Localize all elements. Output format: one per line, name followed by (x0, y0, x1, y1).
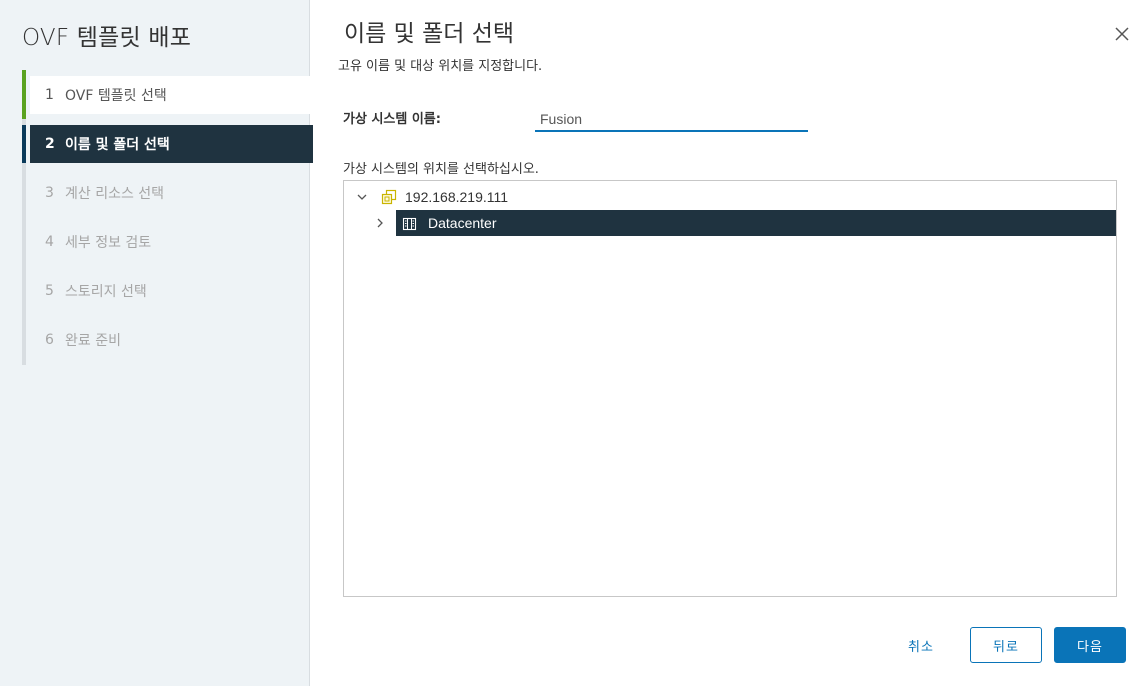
step-number: 4 (45, 234, 54, 250)
next-button[interactable]: 다음 (1054, 627, 1126, 663)
step-label: 이름 및 폴더 선택 (65, 137, 170, 153)
step-label: 스토리지 선택 (65, 284, 147, 300)
close-icon (1115, 27, 1129, 41)
step-6-ready-to-complete: 6 완료 준비 (30, 321, 313, 359)
step-number: 5 (45, 283, 54, 299)
step-3-compute-resource: 3 계산 리소스 선택 (30, 174, 313, 212)
wizard-nav: OVF 템플릿 배포 1 OVF 템플릿 선택 2 이름 및 폴더 선택 3 계… (0, 0, 313, 686)
page-title: 이름 및 폴더 선택 (344, 21, 515, 47)
page-subtitle: 고유 이름 및 대상 위치를 지정합니다. (338, 59, 543, 74)
wizard-content: 이름 및 폴더 선택 고유 이름 및 대상 위치를 지정합니다. 가상 시스템 … (310, 0, 1145, 686)
location-label: 가상 시스템의 위치를 선택하십시오. (343, 162, 539, 177)
cancel-button[interactable]: 취소 (894, 627, 948, 663)
step-number: 2 (45, 136, 55, 152)
step-number: 1 (45, 87, 54, 103)
step-complete-indicator (22, 70, 26, 119)
wizard-title: OVF 템플릿 배포 (22, 25, 192, 51)
step-5-select-storage: 5 스토리지 선택 (30, 272, 313, 310)
step-current-indicator (22, 125, 26, 163)
step-number: 3 (45, 185, 54, 201)
close-button[interactable] (1110, 22, 1134, 46)
wizard-steps: 1 OVF 템플릿 선택 2 이름 및 폴더 선택 3 계산 리소스 선택 4 … (22, 70, 313, 365)
datacenter-icon (400, 214, 418, 232)
vm-name-input[interactable] (535, 106, 808, 132)
chevron-right-icon[interactable] (372, 215, 388, 231)
vm-name-label: 가상 시스템 이름: (343, 112, 441, 127)
step-2-name-folder[interactable]: 2 이름 및 폴더 선택 (30, 125, 313, 163)
tree-row-selected[interactable]: Datacenter (396, 210, 1116, 236)
step-label: 세부 정보 검토 (65, 235, 152, 251)
step-4-review-details: 4 세부 정보 검토 (30, 223, 313, 261)
step-1-select-template[interactable]: 1 OVF 템플릿 선택 (30, 76, 313, 114)
tree-node-datacenter[interactable]: Datacenter (372, 210, 1116, 236)
step-label: 계산 리소스 선택 (65, 186, 165, 202)
step-number: 6 (45, 332, 54, 348)
tree-node-label: 192.168.219.111 (405, 189, 509, 205)
tree-node-label: Datacenter (428, 215, 497, 231)
chevron-down-icon[interactable] (354, 189, 370, 205)
step-label: 완료 준비 (65, 333, 121, 349)
vcenter-icon (380, 188, 398, 206)
tree-node-root[interactable]: 192.168.219.111 (354, 186, 508, 208)
location-tree: 192.168.219.111 Datacenter (343, 180, 1117, 597)
step-label: OVF 템플릿 선택 (65, 88, 167, 104)
back-button[interactable]: 뒤로 (970, 627, 1042, 663)
